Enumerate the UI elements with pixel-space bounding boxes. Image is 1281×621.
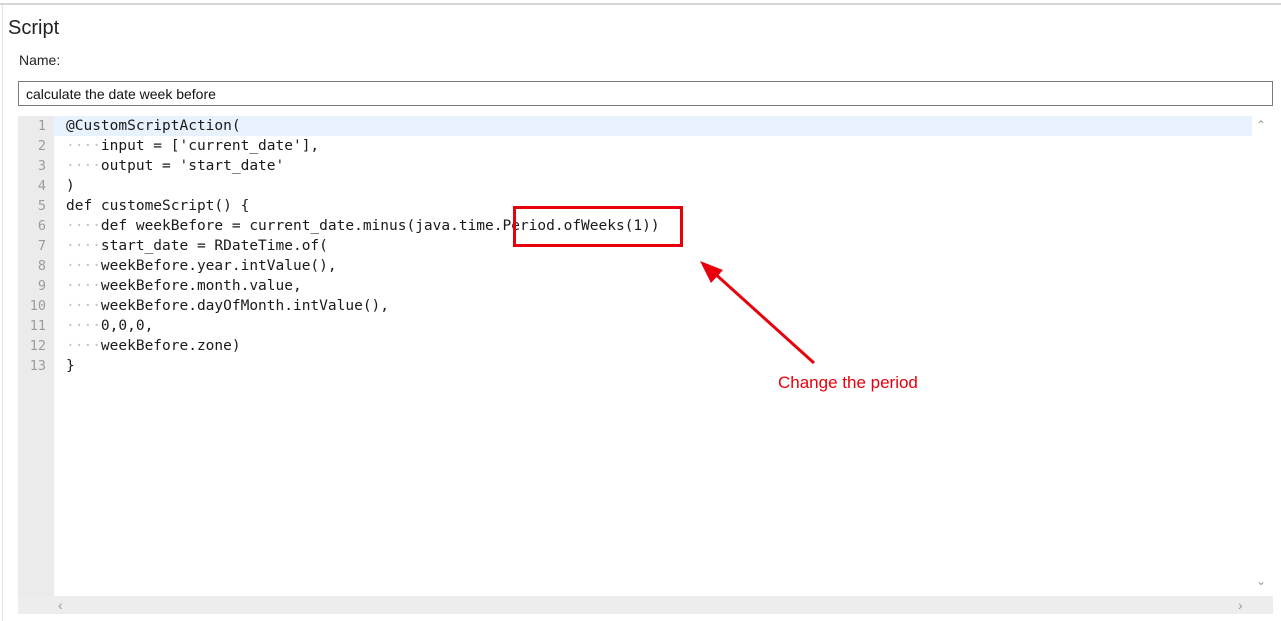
- annotation-text: Change the period: [778, 373, 918, 392]
- annotation-arrow: [700, 261, 816, 365]
